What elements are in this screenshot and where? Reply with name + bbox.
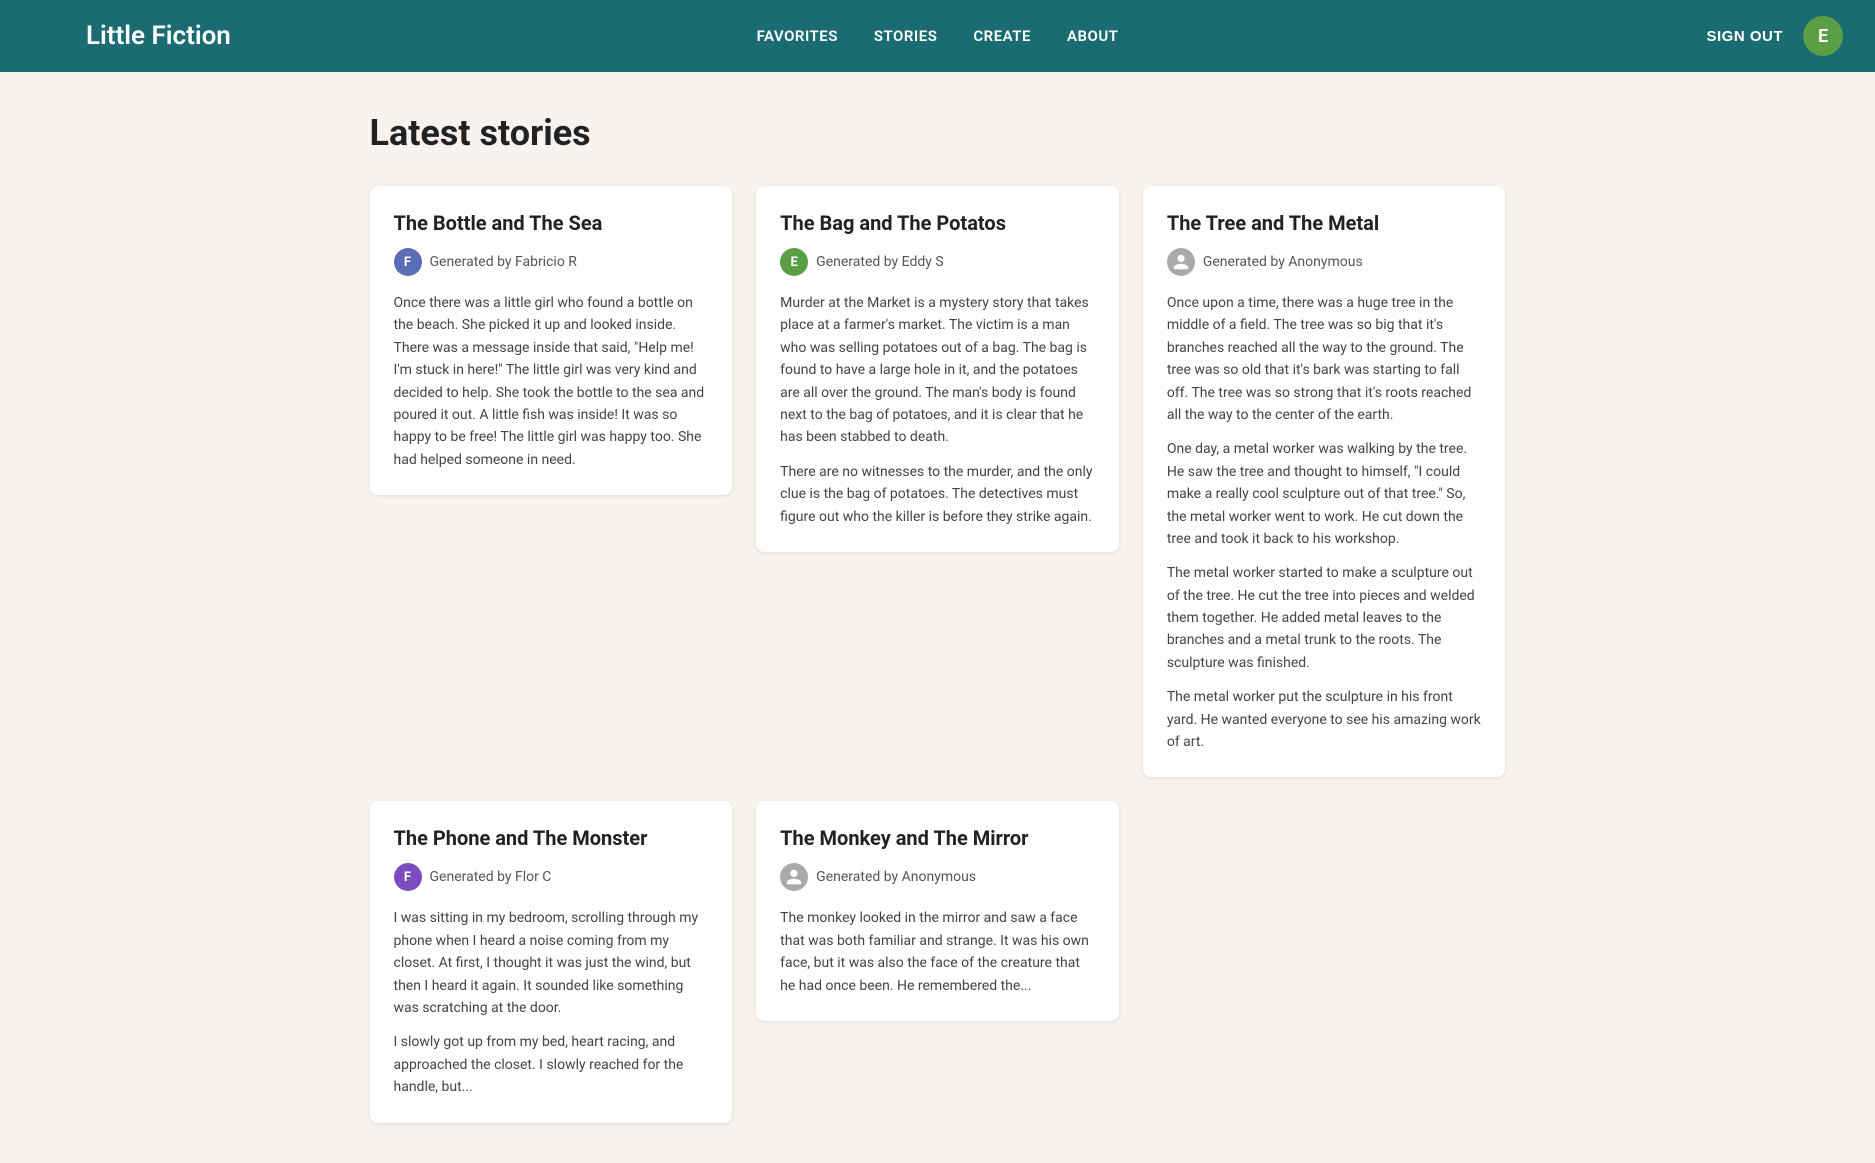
nav-stories[interactable]: STORIES (874, 27, 937, 45)
author-avatar (780, 863, 808, 891)
story-card[interactable]: The Bag and The Potatos E Generated by Edd… (756, 186, 1119, 552)
story-card[interactable]: The Phone and The Monster F Generated by F… (370, 801, 733, 1122)
main-content: Latest stories The Bottle and The Sea F Ge… (338, 72, 1538, 1163)
navbar: ✏️ Little Fiction FAVORITES STORIES CREA… (0, 0, 1875, 72)
user-avatar[interactable]: E (1803, 16, 1843, 56)
nav-about[interactable]: ABOUT (1067, 27, 1118, 45)
author-avatar: F (394, 248, 422, 276)
story-body: Once upon a time, there was a huge tree … (1167, 292, 1482, 753)
story-author-row: E Generated by Eddy S (780, 248, 1095, 276)
svg-text:✏️: ✏️ (36, 18, 76, 58)
page-title: Latest stories (370, 112, 1506, 154)
nav-create[interactable]: CREATE (973, 27, 1031, 45)
nav-favorites[interactable]: FAVORITES (757, 27, 838, 45)
story-title: The Phone and The Monster (394, 825, 709, 851)
story-title: The Monkey and The Mirror (780, 825, 1095, 851)
logo-icon: ✏️ (32, 14, 76, 58)
story-author-row: Generated by Anonymous (780, 863, 1095, 891)
story-body: The monkey looked in the mirror and saw … (780, 907, 1095, 997)
stories-grid: The Bottle and The Sea F Generated by Fabr… (370, 186, 1506, 1123)
author-name: Generated by Anonymous (816, 869, 976, 885)
story-title: The Tree and The Metal (1167, 210, 1482, 236)
story-author-row: F Generated by Fabricio R (394, 248, 709, 276)
story-author-row: F Generated by Flor C (394, 863, 709, 891)
author-name: Generated by Anonymous (1203, 254, 1363, 270)
logo-link[interactable]: ✏️ Little Fiction (32, 14, 636, 58)
story-body: Once there was a little girl who found a… (394, 292, 709, 471)
story-card[interactable]: The Monkey and The Mirror Generated by An… (756, 801, 1119, 1021)
author-avatar: E (780, 248, 808, 276)
story-body: Murder at the Market is a mystery story … (780, 292, 1095, 528)
author-avatar (1167, 248, 1195, 276)
story-body: I was sitting in my bedroom, scrolling t… (394, 907, 709, 1098)
story-title: The Bag and The Potatos (780, 210, 1095, 236)
story-card[interactable]: The Tree and The Metal Generated by Anony… (1143, 186, 1506, 777)
story-card[interactable]: The Bottle and The Sea F Generated by Fabr… (370, 186, 733, 495)
author-avatar: F (394, 863, 422, 891)
author-name: Generated by Eddy S (816, 254, 943, 270)
author-name: Generated by Flor C (430, 869, 552, 885)
sign-out-button[interactable]: SIGN OUT (1707, 28, 1784, 45)
nav-right: SIGN OUT E (1239, 16, 1843, 56)
logo-text: Little Fiction (86, 21, 231, 51)
author-name: Generated by Fabricio R (430, 254, 577, 270)
nav-links: FAVORITES STORIES CREATE ABOUT (636, 27, 1240, 45)
story-author-row: Generated by Anonymous (1167, 248, 1482, 276)
story-title: The Bottle and The Sea (394, 210, 709, 236)
